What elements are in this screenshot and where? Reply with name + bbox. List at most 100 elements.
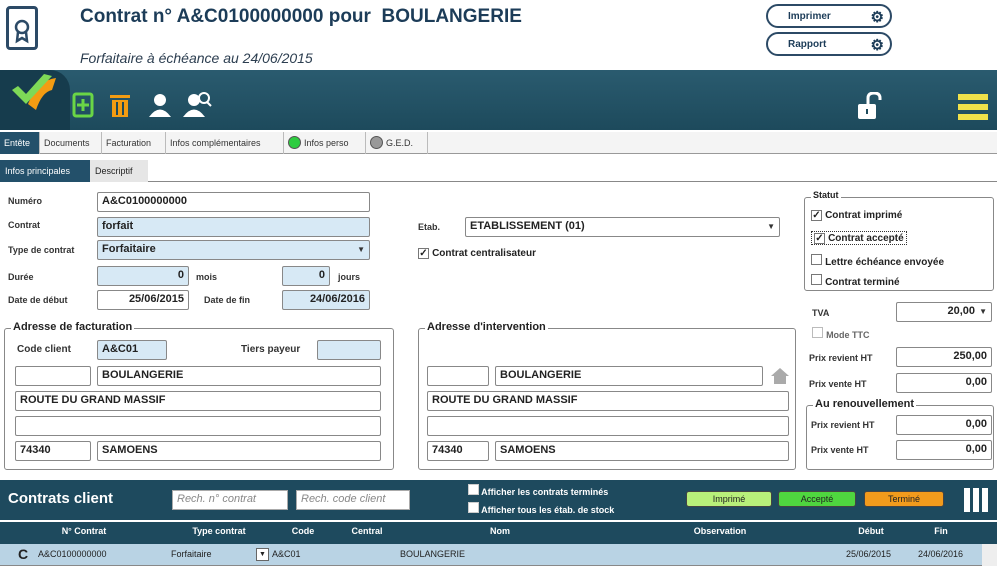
billing-city[interactable]: SAMOENS bbox=[97, 441, 381, 461]
date-fin-label: Date de fin bbox=[204, 295, 251, 305]
subtab-descriptif[interactable]: Descriptif bbox=[90, 160, 148, 182]
chevron-down-icon: ▼ bbox=[357, 245, 365, 254]
billing-address-group: Adresse de facturation Code client A&C01… bbox=[4, 321, 394, 470]
delete-trash-icon[interactable] bbox=[108, 92, 132, 121]
contracts-list-bar: Contrats client Rech. n° contrat Rech. c… bbox=[0, 480, 997, 520]
intervention-address-group: Adresse d'intervention BOULANGERIE ROUTE… bbox=[418, 321, 796, 470]
contract-document-icon bbox=[6, 6, 38, 50]
intervention-name-field[interactable]: BOULANGERIE bbox=[495, 366, 763, 386]
intervention-civilite-field[interactable] bbox=[427, 366, 489, 386]
statut-lettre-row[interactable]: Lettre échéance envoyée bbox=[811, 254, 944, 268]
tva-select[interactable]: 20,00 ▼ bbox=[896, 302, 992, 322]
statut-accepte-row[interactable]: ✓ Contrat accepté bbox=[811, 231, 907, 245]
grey-status-dot-icon bbox=[370, 136, 383, 149]
tab-facturation[interactable]: Facturation bbox=[102, 132, 166, 154]
search-contract-input[interactable]: Rech. n° contrat bbox=[172, 490, 288, 510]
date-fin-field[interactable]: 24/06/2016 bbox=[282, 290, 370, 310]
renouv-vente-label: Prix vente HT bbox=[811, 445, 869, 455]
etab-select[interactable]: ETABLISSEMENT (01) ▼ bbox=[465, 217, 780, 237]
mois-label: mois bbox=[196, 272, 218, 282]
duree-label: Durée bbox=[8, 272, 34, 282]
col-type[interactable]: Type contrat bbox=[168, 526, 270, 536]
columns-menu-icon[interactable] bbox=[962, 486, 990, 517]
type-contrat-select[interactable]: Forfaitaire ▼ bbox=[97, 240, 370, 260]
show-terminated-option[interactable]: Afficher les contrats terminés bbox=[468, 484, 608, 497]
search-client-code-input[interactable]: Rech. code client bbox=[296, 490, 410, 510]
unlock-icon[interactable] bbox=[856, 91, 882, 123]
checkbox[interactable]: ✓ bbox=[811, 210, 822, 221]
prix-revient-field[interactable]: 250,00 bbox=[896, 347, 992, 367]
date-debut-field[interactable]: 25/06/2015 bbox=[97, 290, 189, 310]
show-terminated-checkbox[interactable] bbox=[468, 484, 479, 495]
print-button[interactable]: Imprimer ⚙ bbox=[766, 4, 892, 28]
etab-label: Etab. bbox=[418, 222, 441, 232]
statut-termine-row[interactable]: Contrat terminé bbox=[811, 274, 900, 288]
chevron-down-icon[interactable]: ▼ bbox=[256, 548, 269, 561]
col-observation[interactable]: Observation bbox=[602, 526, 838, 536]
billing-postal-code[interactable]: 74340 bbox=[15, 441, 91, 461]
row-type: Forfaitaire bbox=[171, 549, 212, 559]
home-icon[interactable] bbox=[769, 366, 791, 389]
tab-infos-complementaires[interactable]: Infos complémentaires bbox=[166, 132, 284, 154]
tab-entete[interactable]: Entête bbox=[0, 132, 40, 154]
report-button[interactable]: Rapport ⚙ bbox=[766, 32, 892, 56]
centralisateur-checkbox-row[interactable]: ✓ Contrat centralisateur bbox=[418, 247, 536, 259]
billing-name-field[interactable]: BOULANGERIE bbox=[97, 366, 381, 386]
col-debut[interactable]: Début bbox=[838, 526, 904, 536]
tab-infos-perso[interactable]: Infos perso bbox=[284, 132, 366, 154]
intervention-city[interactable]: SAMOENS bbox=[495, 441, 789, 461]
show-all-etab-checkbox[interactable] bbox=[468, 502, 479, 513]
tab-ged[interactable]: G.E.D. bbox=[366, 132, 428, 154]
statut-group: Statut ✓ Contrat imprimé ✓ Contrat accep… bbox=[804, 190, 994, 291]
mode-ttc-row[interactable]: Mode TTC bbox=[812, 327, 870, 341]
prix-vente-field[interactable]: 0,00 bbox=[896, 373, 992, 393]
contracts-list-title: Contrats client bbox=[8, 490, 114, 507]
chevron-down-icon: ▼ bbox=[979, 307, 987, 316]
code-client-label: Code client bbox=[17, 344, 71, 355]
intervention-address-line1[interactable]: ROUTE DU GRAND MASSIF bbox=[427, 391, 789, 411]
date-debut-label: Date de début bbox=[8, 295, 68, 305]
code-client-field[interactable]: A&C01 bbox=[97, 340, 167, 360]
intervention-postal-code[interactable]: 74340 bbox=[427, 441, 489, 461]
checkbox[interactable] bbox=[811, 254, 822, 265]
validate-check-icon[interactable] bbox=[8, 70, 60, 119]
numero-field[interactable]: A&C0100000000 bbox=[97, 192, 370, 212]
renouvellement-group: Au renouvellement Prix revient HT 0,00 P… bbox=[806, 398, 994, 470]
tab-documents[interactable]: Documents bbox=[40, 132, 102, 154]
table-row[interactable]: C A&C0100000000 Forfaitaire ▼ A&C01 BOUL… bbox=[0, 544, 997, 566]
new-document-icon[interactable] bbox=[72, 92, 94, 125]
col-central[interactable]: Central bbox=[336, 526, 398, 536]
menu-icon[interactable] bbox=[958, 92, 988, 125]
tiers-payeur-field[interactable] bbox=[317, 340, 381, 360]
show-all-etab-option[interactable]: Afficher tous les étab. de stock bbox=[468, 502, 614, 515]
duree-mois-field[interactable]: 0 bbox=[97, 266, 189, 286]
prix-revient-label: Prix revient HT bbox=[809, 353, 873, 363]
col-numero[interactable]: N° Contrat bbox=[0, 526, 168, 536]
renouv-revient-field[interactable]: 0,00 bbox=[896, 415, 992, 435]
civilite-field[interactable] bbox=[15, 366, 91, 386]
renouv-vente-field[interactable]: 0,00 bbox=[896, 440, 992, 460]
mode-ttc-checkbox[interactable] bbox=[812, 327, 823, 338]
row-nom: BOULANGERIE bbox=[400, 549, 466, 559]
centralisateur-checkbox[interactable]: ✓ bbox=[418, 248, 429, 259]
billing-address-line1[interactable]: ROUTE DU GRAND MASSIF bbox=[15, 391, 381, 411]
checkbox[interactable]: ✓ bbox=[814, 233, 825, 244]
legend-imprime-pill: Imprimé bbox=[686, 491, 772, 507]
user-icon[interactable] bbox=[147, 92, 173, 121]
col-code[interactable]: Code bbox=[270, 526, 336, 536]
intervention-address-line2[interactable] bbox=[427, 416, 789, 436]
user-search-icon[interactable] bbox=[182, 90, 212, 121]
col-nom[interactable]: Nom bbox=[398, 526, 602, 536]
duree-jours-field[interactable]: 0 bbox=[282, 266, 330, 286]
numero-label: Numéro bbox=[8, 196, 43, 206]
green-status-dot-icon bbox=[288, 136, 301, 149]
contracts-table-header: N° Contrat Type contrat Code Central Nom… bbox=[0, 522, 997, 544]
contrat-field[interactable]: forfait bbox=[97, 217, 370, 237]
statut-imprime-row[interactable]: ✓ Contrat imprimé bbox=[811, 209, 902, 221]
row-fin: 24/06/2016 bbox=[918, 549, 964, 559]
scrollbar[interactable] bbox=[982, 544, 997, 566]
billing-address-line2[interactable] bbox=[15, 416, 381, 436]
subtab-infos-principales[interactable]: Infos principales bbox=[0, 160, 90, 182]
col-fin[interactable]: Fin bbox=[904, 526, 978, 536]
checkbox[interactable] bbox=[811, 274, 822, 285]
